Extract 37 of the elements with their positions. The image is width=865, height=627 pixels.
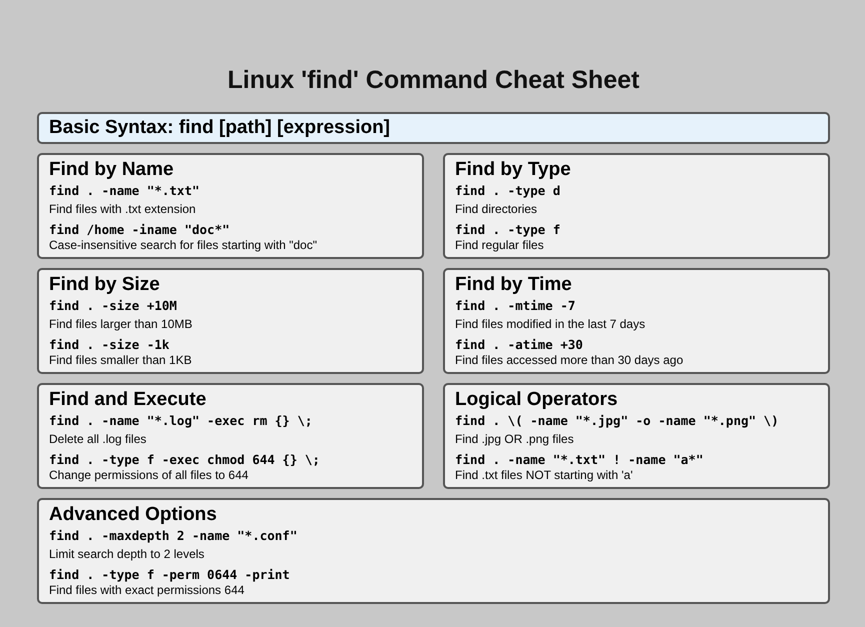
command-description: Change permissions of all files to 644 [49, 468, 248, 483]
page-title: Linux 'find' Command Cheat Sheet [226, 65, 640, 96]
command-text: find . -maxdepth 2 -name "*.conf" [49, 527, 298, 544]
command-text: find . -type f -perm 0644 -print [49, 566, 290, 583]
section-heading: Find and Execute [49, 388, 208, 412]
command-description: Find directories [455, 202, 538, 217]
command-description: Find .jpg OR .png files [455, 432, 574, 447]
section-heading: Find by Type [455, 158, 572, 182]
command-text: find . -name "*.log" -exec rm {} \; [49, 412, 312, 429]
command-description: Find files with exact permissions 644 [49, 583, 244, 598]
command-description: Find files smaller than 1KB [49, 353, 192, 368]
command-description: Limit search depth to 2 levels [49, 547, 204, 562]
command-text: find . -type f -exec chmod 644 {} \; [49, 451, 320, 468]
command-description: Find files modified in the last 7 days [455, 317, 646, 332]
section-heading: Find by Time [455, 273, 573, 297]
section-heading: Find by Name [49, 158, 175, 182]
command-text: find . -atime +30 [455, 336, 583, 353]
command-description: Delete all .log files [49, 432, 146, 447]
command-description: Find files larger than 10MB [49, 317, 192, 332]
command-description: Case-insensitive search for files starting with "doc" [49, 238, 317, 253]
command-text: find . -name "*.txt" [49, 182, 200, 199]
command-text: find /home -iname "doc*" [49, 221, 230, 238]
section-heading: Advanced Options [49, 503, 218, 527]
command-text: find . \( -name "*.jpg" -o -name "*.png" \) [455, 412, 779, 429]
syntax-banner: Basic Syntax: find [path] [expression] [37, 112, 830, 144]
command-description: Find .txt files NOT starting with 'a' [455, 468, 633, 483]
command-text: find . -size +10M [49, 297, 177, 314]
command-text: find . -mtime -7 [455, 297, 576, 314]
command-text: find . -size -1k [49, 336, 170, 353]
command-description: Find regular files [455, 238, 544, 253]
command-text: find . -type f [455, 221, 560, 238]
command-text: find . -type d [455, 182, 560, 199]
command-description: Find files accessed more than 30 days ago [455, 353, 684, 368]
section-heading: Logical Operators [455, 388, 619, 412]
command-description: Find files with .txt extension [49, 202, 196, 217]
command-text: find . -name "*.txt" ! -name "a*" [455, 451, 704, 468]
section-heading: Find by Size [49, 273, 161, 297]
